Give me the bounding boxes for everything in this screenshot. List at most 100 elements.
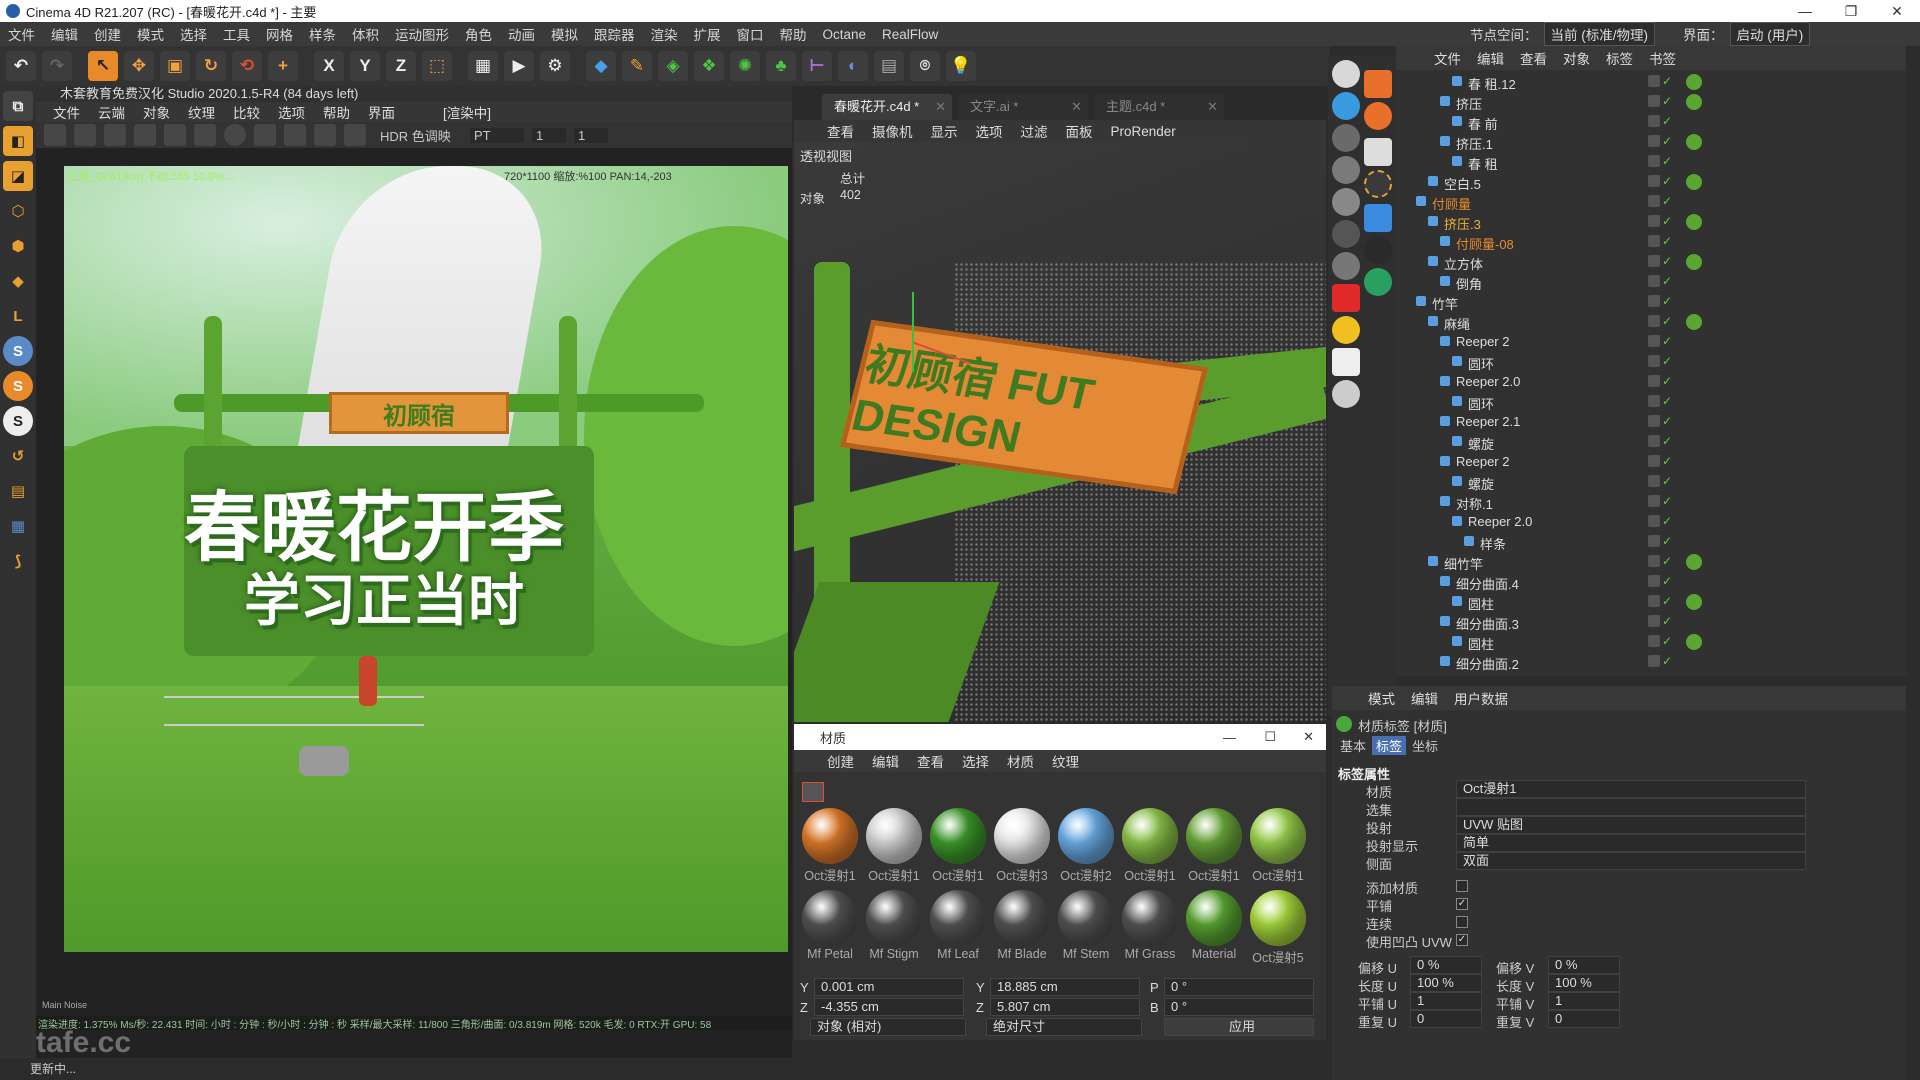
object-row[interactable]: Reeper 2 ✓ [1396,452,1896,472]
size-mode-dropdown[interactable]: 绝对尺寸 [986,1018,1142,1036]
object-row[interactable]: 挤压.1 ✓ [1396,132,1896,152]
object-row[interactable]: 春 租 ✓ [1396,152,1896,172]
mat-menu-view[interactable]: 查看 [908,751,953,771]
material-link-field[interactable]: Oct漫射1 [1456,780,1806,798]
mat-menu-edit[interactable]: 编辑 [863,751,908,771]
maximize-button[interactable]: ❐ [1828,0,1874,22]
menu-tools[interactable]: 工具 [215,24,258,44]
coord-system-icon[interactable]: ⬚ [422,51,452,81]
visibility-toggle[interactable] [1648,515,1660,527]
maximize-icon[interactable]: ☐ [1264,729,1276,745]
menu-create[interactable]: 创建 [86,24,129,44]
scale-icon[interactable]: ▣ [160,51,190,81]
om-menu-object[interactable]: 对象 [1555,48,1598,68]
enabled-check-icon[interactable]: ✓ [1662,294,1672,308]
node-space-dropdown[interactable]: 当前 (标准/物理) [1543,22,1655,46]
visibility-toggle[interactable] [1648,395,1660,407]
menu-spline[interactable]: 样条 [301,24,344,44]
om-menu-tags[interactable]: 标签 [1598,48,1641,68]
mat-menu-texture[interactable]: 纹理 [1043,751,1088,771]
enabled-check-icon[interactable]: ✓ [1662,414,1672,428]
material-swatch[interactable]: Oct漫射1 [800,808,860,884]
layer-icon[interactable]: ▦ [3,511,33,541]
workplane-icon[interactable]: S [3,406,33,436]
enabled-check-icon[interactable]: ✓ [1662,394,1672,408]
object-row[interactable]: 麻绳 ✓ [1396,312,1896,332]
light-icon[interactable]: 💡 [946,51,976,81]
render-passes-tabs[interactable]: Main Noise [42,1000,87,1010]
value-field-2[interactable]: 1 [574,127,608,143]
object-row[interactable]: 付顾量 ✓ [1396,192,1896,212]
polygons-mode-icon[interactable]: ◆ [3,266,33,296]
material-swatch[interactable]: Oct漫射1 [1120,808,1180,884]
seamless-checkbox[interactable] [1456,916,1468,928]
visibility-toggle[interactable] [1648,255,1660,267]
octane-camera-icon[interactable] [1332,284,1360,312]
object-row[interactable]: 螺旋 ✓ [1396,432,1896,452]
grid-icon[interactable]: ▤ [3,476,33,506]
enabled-check-icon[interactable]: ✓ [1662,334,1672,348]
octane-mix-icon[interactable] [1332,188,1360,216]
enabled-check-icon[interactable]: ✓ [1662,534,1672,548]
visibility-toggle[interactable] [1648,335,1660,347]
octane-area-light-icon[interactable] [1332,348,1360,376]
material-swatch[interactable]: Material [1184,890,1244,961]
visibility-toggle[interactable] [1648,95,1660,107]
offset-u-field[interactable]: 0 % [1410,956,1482,974]
material-tag-icon[interactable] [1686,254,1702,270]
octane-hdri-icon[interactable] [1332,220,1360,248]
tab-coords[interactable]: 坐标 [1408,736,1442,755]
tab-basic[interactable]: 基本 [1336,736,1370,755]
menu-volume[interactable]: 体积 [344,24,387,44]
axis-mode-icon[interactable]: L [3,301,33,331]
selection-field[interactable] [1456,798,1806,816]
visibility-toggle[interactable] [1648,175,1660,187]
material-swatch[interactable]: Oct漫射1 [1184,808,1244,884]
object-row[interactable]: 圆环 ✓ [1396,392,1896,412]
material-tag-icon[interactable] [1686,314,1702,330]
material-tag-icon[interactable] [1686,94,1702,110]
object-row[interactable]: 立方体 ✓ [1396,252,1896,272]
pause-render-icon[interactable] [104,124,126,146]
visibility-toggle[interactable] [1648,435,1660,447]
lv-menu-interface[interactable]: 界面 [359,102,404,122]
enabled-check-icon[interactable]: ✓ [1662,594,1672,608]
length-u-field[interactable]: 100 % [1410,974,1482,992]
person-icon[interactable] [1364,236,1392,264]
field-icon[interactable]: ◐ [838,51,868,81]
menu-realflow[interactable]: RealFlow [874,27,946,42]
pen-icon[interactable]: ✎ [622,51,652,81]
perspective-view[interactable]: 初顾宿 FUT DESIGN 透视视图 总计 对象 402 [794,142,1326,722]
material-swatch[interactable]: Mf Petal [800,890,860,961]
visibility-toggle[interactable] [1648,555,1660,567]
material-swatch[interactable]: Oct漫射1 [928,808,988,884]
om-menu-edit[interactable]: 编辑 [1469,48,1512,68]
s-plugin-icon[interactable] [1364,102,1392,130]
dots-icon[interactable] [1364,170,1392,198]
texture-mode-icon[interactable]: ◪ [3,161,33,191]
enabled-check-icon[interactable]: ✓ [1662,614,1672,628]
pick-material-icon[interactable] [284,124,306,146]
globe-icon[interactable] [1364,268,1392,296]
visibility-toggle[interactable] [1648,75,1660,87]
enabled-check-icon[interactable]: ✓ [1662,174,1672,188]
object-row[interactable]: 春 租.12 ✓ [1396,72,1896,92]
om-menu-file[interactable]: 文件 [1426,48,1469,68]
material-tag-icon[interactable] [1686,134,1702,150]
j-tool-icon[interactable] [1364,204,1392,232]
rotate-icon[interactable]: ↻ [196,51,226,81]
tonemap-dropdown[interactable]: HDR 色调映 [380,126,460,145]
am-menu-mode[interactable]: 模式 [1360,688,1403,708]
visibility-toggle[interactable] [1648,115,1660,127]
cloner-icon[interactable]: ✺ [730,51,760,81]
enabled-check-icon[interactable]: ✓ [1662,514,1672,528]
menu-help[interactable]: 帮助 [772,24,815,44]
visibility-toggle[interactable] [1648,355,1660,367]
menu-select[interactable]: 选择 [172,24,215,44]
menu-render[interactable]: 渲染 [643,24,686,44]
rot-p-field[interactable]: 0 ° [1164,978,1314,996]
send-scene-icon[interactable] [44,124,66,146]
menu-extensions[interactable]: 扩展 [686,24,729,44]
settings-icon[interactable] [164,124,186,146]
enabled-check-icon[interactable]: ✓ [1662,274,1672,288]
